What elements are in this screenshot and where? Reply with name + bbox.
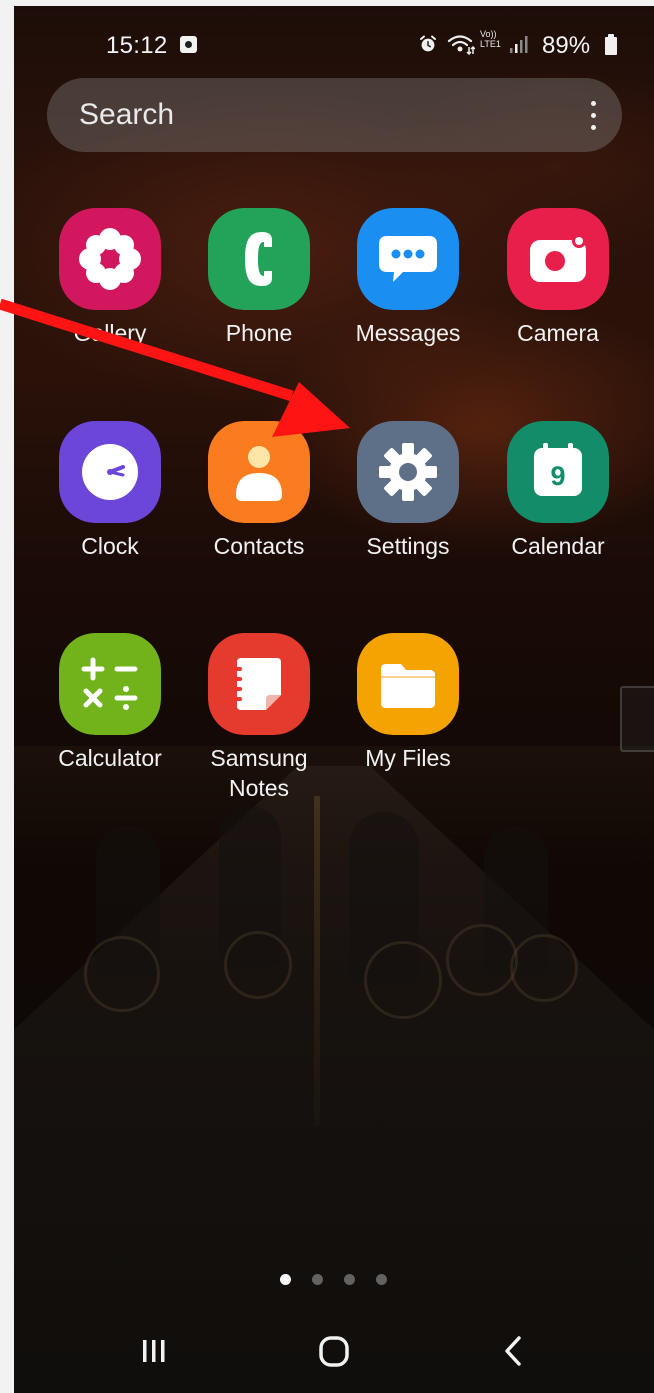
page-dot [344,1274,355,1285]
page-dot [312,1274,323,1285]
battery-percentage: 89% [542,32,591,59]
search-placeholder: Search [79,98,175,131]
search-bar[interactable]: Search [47,78,622,152]
app-messages[interactable]: Messages [338,208,478,378]
wallpaper-wheel [446,924,518,996]
app-gallery[interactable]: Gallery [40,208,180,378]
phone-icon [208,208,310,310]
gallery-icon [59,208,161,310]
app-label: Messages [355,320,461,346]
app-label: My Files [365,745,451,771]
clock-icon [59,421,161,523]
app-label: Settings [366,533,450,559]
app-label: Calendar [511,533,605,559]
app-label: Camera [517,320,599,346]
camera-icon [507,208,609,310]
page-dot [376,1274,387,1285]
settings-icon [357,421,459,523]
notes-icon [208,633,310,735]
app-label: Clock [81,533,139,559]
app-clock[interactable]: Clock [40,421,180,591]
app-my-files[interactable]: My Files [338,633,478,803]
more-vertical-icon[interactable] [588,101,598,131]
battery-icon [605,34,617,55]
app-settings[interactable]: Settings [338,421,478,591]
app-calculator[interactable]: Calculator [40,633,180,803]
recent-apps-icon[interactable] [124,1326,184,1376]
page-dot-active [280,1274,291,1285]
status-bar: 15:12 Vo)) LTE1 89% [14,6,654,70]
page-indicator [270,1273,394,1287]
wifi-icon [447,35,475,55]
calculator-icon [59,633,161,735]
wallpaper-road-line [314,796,320,1126]
lte-label: LTE1 [480,39,501,49]
volte-label: Vo)) [480,29,497,39]
navigation-bar [14,1314,654,1393]
app-label: Calculator [58,745,162,771]
volte-indicator: Vo)) LTE1 [480,29,501,49]
app-samsung-notes[interactable]: Samsung Notes [189,633,329,803]
messages-icon [357,208,459,310]
app-label: Contacts [213,533,305,559]
app-phone[interactable]: Phone [189,208,329,378]
app-label: Gallery [73,320,147,346]
back-icon[interactable] [484,1326,544,1376]
notification-icon [180,36,197,53]
signal-icon [510,36,528,53]
my-files-icon [357,633,459,735]
app-contacts[interactable]: Contacts [189,421,329,591]
alarm-icon [420,35,436,52]
home-icon[interactable] [304,1326,364,1376]
app-label: Phone [225,320,293,346]
page: 15:12 Vo)) LTE1 89% Search Gallery Phone… [0,0,654,1393]
app-calendar[interactable]: 9 Calendar [488,421,628,591]
wallpaper-road-sign [620,686,654,752]
wallpaper-wheel [224,931,292,999]
wallpaper-wheel [510,934,578,1002]
calendar-day: 9 [550,461,565,491]
calendar-icon: 9 [507,421,609,523]
status-time: 15:12 [106,32,168,59]
app-label: Samsung Notes [210,745,308,801]
wallpaper-wheel [84,936,160,1012]
wallpaper-wheel [364,941,442,1019]
contacts-icon [208,421,310,523]
app-camera[interactable]: Camera [488,208,628,378]
